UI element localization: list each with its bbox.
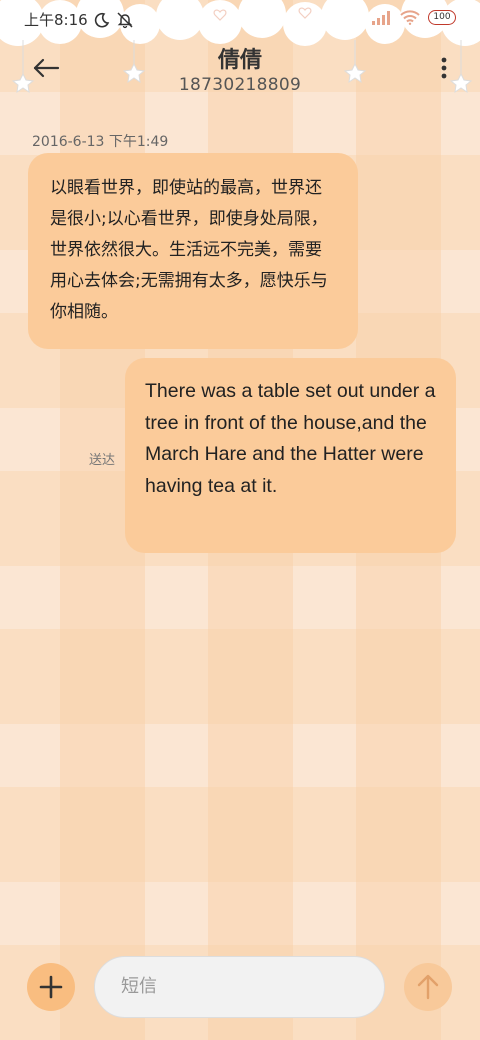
moon-icon (94, 12, 109, 27)
contact-phone-number: 18730218809 (178, 75, 302, 95)
status-time: 上午8:16 (24, 11, 88, 29)
incoming-message-bubble[interactable]: 以眼看世界，即使站的最高，世界还是很小;以心看世界，即使身处局限，世界依然很大。… (28, 153, 358, 349)
more-options-button[interactable] (438, 54, 450, 82)
delivery-status: 送达 (89, 453, 116, 468)
more-vertical-icon (441, 57, 447, 79)
signal-icon (372, 10, 390, 25)
conversation-header: 倩倩 18730218809 (0, 40, 480, 100)
outgoing-message-bubble[interactable]: There was a table set out under a tree i… (125, 358, 456, 553)
add-attachment-button[interactable] (27, 963, 75, 1011)
plus-icon (39, 975, 63, 999)
battery-indicator: 100 (428, 10, 456, 25)
bell-off-icon (117, 11, 133, 28)
contact-name: 倩倩 (217, 48, 262, 73)
status-bar: 上午8:16 100 (0, 0, 480, 40)
composer-bar: 短信 (0, 950, 480, 1040)
send-button[interactable] (404, 963, 452, 1011)
wifi-icon (400, 10, 420, 25)
arrow-up-icon (417, 974, 439, 1000)
message-timestamp: 2016-6-13 下午1:49 (32, 134, 169, 150)
message-input[interactable]: 短信 (94, 956, 385, 1018)
